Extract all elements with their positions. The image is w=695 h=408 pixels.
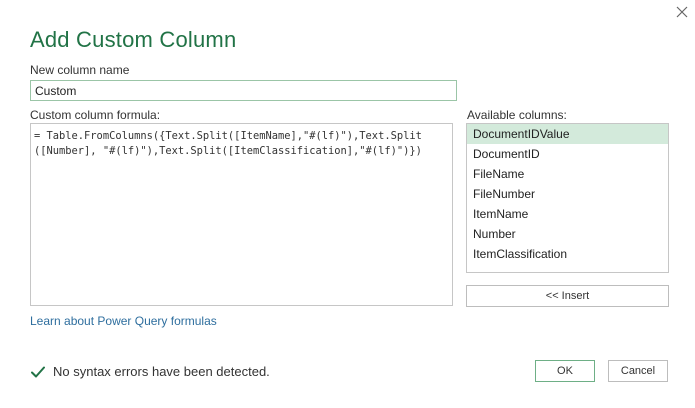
learn-power-query-link[interactable]: Learn about Power Query formulas: [30, 314, 217, 328]
insert-button[interactable]: << Insert: [466, 285, 669, 307]
checkmark-icon: [31, 366, 45, 377]
close-button[interactable]: [672, 2, 692, 22]
column-item-number[interactable]: Number: [467, 224, 668, 244]
available-columns-list[interactable]: DocumentIDValue DocumentID FileName File…: [466, 123, 669, 273]
formula-line-1: = Table.FromColumns({Text.Split([ItemNam…: [34, 130, 422, 142]
formula-editor[interactable]: = Table.FromColumns({Text.Split([ItemNam…: [30, 123, 453, 306]
close-icon: [676, 6, 688, 18]
syntax-status-text: No syntax errors have been detected.: [53, 364, 270, 379]
syntax-status: No syntax errors have been detected.: [31, 364, 270, 379]
column-item-filenumber[interactable]: FileNumber: [467, 184, 668, 204]
column-item-documentidvalue[interactable]: DocumentIDValue: [467, 124, 668, 144]
available-columns-label: Available columns:: [467, 108, 567, 122]
formula-text: = Table.FromColumns({Text.Split([ItemNam…: [34, 129, 448, 159]
new-column-name-input[interactable]: [30, 80, 457, 101]
dialog-title: Add Custom Column: [30, 27, 237, 52]
column-item-itemclassification[interactable]: ItemClassification: [467, 244, 668, 264]
column-item-documentid[interactable]: DocumentID: [467, 144, 668, 164]
column-item-filename[interactable]: FileName: [467, 164, 668, 184]
new-column-name-label: New column name: [30, 63, 130, 77]
column-item-itemname[interactable]: ItemName: [467, 204, 668, 224]
ok-button[interactable]: OK: [535, 360, 595, 382]
formula-label: Custom column formula:: [30, 108, 161, 122]
formula-line-2: ([Number], "#(lf)"),Text.Split([ItemClas…: [34, 145, 422, 157]
cancel-button[interactable]: Cancel: [608, 360, 668, 382]
